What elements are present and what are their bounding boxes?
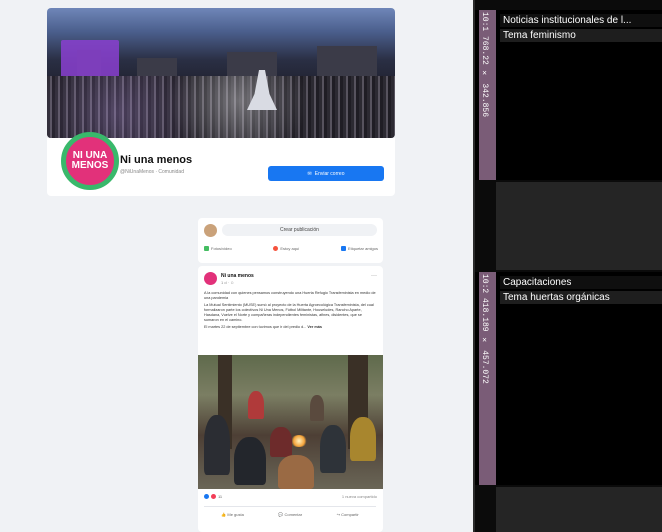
photo-video-label: Fotos/video <box>211 246 232 251</box>
post-text-tail: El martes 22 de septiembre con tuvimos q… <box>204 325 376 330</box>
tag-friends-label: Etiquetar amigos <box>347 246 378 251</box>
comment-label: Comentar <box>284 512 303 517</box>
photo-person <box>350 417 376 461</box>
photo-person <box>234 437 266 485</box>
send-email-label: Enviar correo <box>314 170 345 177</box>
feed-post: Ni una menos 1 d · ☺ ··· A la comunidad … <box>198 266 383 532</box>
post-photo[interactable] <box>198 355 383 489</box>
cover-building <box>317 46 377 80</box>
avatar-text-line2: MENOS <box>71 160 109 171</box>
photo-person <box>248 391 264 419</box>
frame-tag: Tema feminismo <box>500 29 662 42</box>
post-author-avatar[interactable] <box>204 272 217 285</box>
photo-person <box>270 427 292 457</box>
user-avatar <box>204 224 217 237</box>
comment-button[interactable]: 💬 Comentar <box>278 512 302 517</box>
reaction-summary[interactable]: 11 <box>204 494 222 499</box>
frame-title: Noticias institucionales de l... <box>500 14 662 27</box>
share-button[interactable]: ↪ Compartir <box>337 512 359 517</box>
photo-person <box>310 395 324 421</box>
frame-title: Capacitaciones <box>500 276 662 289</box>
frames-panel: 10:1 768.22 × 342.856 Noticias instituci… <box>475 0 662 532</box>
photo-video-button[interactable]: Fotos/video <box>204 246 232 251</box>
location-pin-icon <box>273 246 279 251</box>
frame-size-stripe: 10:1 768.22 × 342.856 <box>479 10 496 180</box>
see-more-link[interactable]: Ver más <box>307 325 322 329</box>
comment-icon: 💬 <box>278 512 284 517</box>
post-author-name[interactable]: Ni una menos <box>221 273 254 279</box>
more-options-icon[interactable]: ··· <box>371 273 377 279</box>
avatar[interactable]: NI UNA MENOS <box>61 132 119 190</box>
facebook-page: › NI UNA MENOS Ni una menos @NiUnaMenos … <box>0 0 475 532</box>
create-post-card: Crear publicación Fotos/video Estoy aquí… <box>198 218 383 263</box>
tag-friends-icon <box>340 246 346 251</box>
like-button[interactable]: 👍 Me gusta <box>221 512 244 517</box>
post-text-tail-content: El martes 22 de septiembre con tuvimos q… <box>204 325 307 329</box>
composer-actions: Fotos/video Estoy aquí Etiquetar amigos <box>204 246 378 251</box>
share-label: Compartir <box>341 512 359 517</box>
check-in-button[interactable]: Estoy aquí <box>273 246 299 251</box>
like-label: Me gusta <box>227 512 244 517</box>
frame-size-stripe: 10:2 418.189 × 457.072 <box>479 272 496 485</box>
thumbs-up-icon: 👍 <box>221 512 227 517</box>
frame-panel-1[interactable]: 10:1 768.22 × 342.856 Noticias instituci… <box>475 10 662 180</box>
photo-person <box>320 425 346 473</box>
send-email-button[interactable]: ✉ Enviar correo <box>268 166 384 181</box>
post-text-intro: A la comunidad con quienes pensamos cons… <box>204 291 376 300</box>
share-icon: ↪ <box>336 512 340 517</box>
page-handle: @NiUnaMenos · Comunidad <box>120 169 184 175</box>
page-title[interactable]: Ni una menos <box>120 154 192 166</box>
like-reaction-icon <box>204 494 209 499</box>
photo-fire <box>290 435 308 447</box>
profile-header: NI UNA MENOS Ni una menos @NiUnaMenos · … <box>47 132 395 196</box>
photo-person <box>278 455 314 489</box>
frame-size-label: 10:1 768.22 × 342.856 <box>480 12 489 118</box>
cover-crowd <box>47 76 395 138</box>
photo-icon <box>204 246 209 251</box>
mail-icon: ✉ <box>307 170 312 177</box>
post-timestamp[interactable]: 1 d · ☺ <box>221 280 234 285</box>
check-in-label: Estoy aquí <box>280 246 300 251</box>
cover-lit-building <box>61 40 119 78</box>
tag-friends-button[interactable]: Etiquetar amigos <box>340 246 378 251</box>
cover-photo: › <box>47 8 395 138</box>
post-action-bar: 👍 Me gusta 💬 Comentar ↪ Compartir <box>204 506 376 517</box>
post-text: A la comunidad con quienes pensamos cons… <box>204 291 376 332</box>
share-count[interactable]: 1 nueva compartido <box>342 494 377 499</box>
frame-panel-2[interactable]: 10:2 418.189 × 457.072 Capacitaciones Te… <box>475 272 662 485</box>
frame-gap <box>496 487 662 532</box>
frame-gap <box>496 182 662 270</box>
create-post-button[interactable]: Crear publicación <box>222 224 377 236</box>
love-reaction-icon <box>211 494 216 499</box>
post-text-body: La Mutual Sentimiento (MUSE) sumó al pro… <box>204 303 374 322</box>
frame-tag: Tema huertas orgánicas <box>500 291 662 304</box>
reaction-count: 11 <box>218 494 223 499</box>
photo-person <box>204 415 230 475</box>
frame-size-label: 10:2 418.189 × 457.072 <box>480 274 489 384</box>
